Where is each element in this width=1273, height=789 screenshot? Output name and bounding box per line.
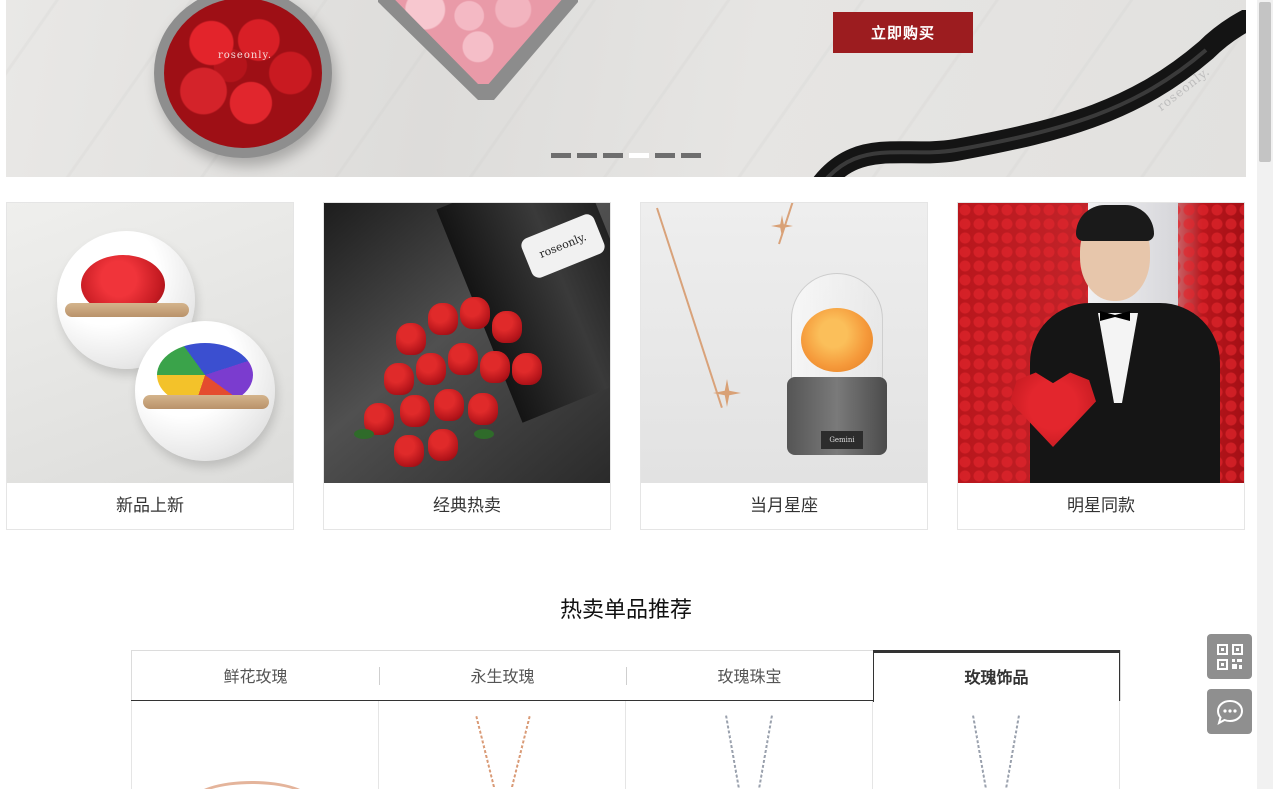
rose bbox=[480, 351, 510, 383]
tab-preserved-roses[interactable]: 永生玫瑰 bbox=[379, 651, 627, 701]
carousel-dot-active[interactable] bbox=[629, 153, 649, 158]
rose bbox=[448, 343, 478, 375]
round-box-brand: roseonly. bbox=[218, 50, 273, 61]
star-charm bbox=[771, 215, 793, 237]
page-scrollbar[interactable] bbox=[1257, 0, 1273, 789]
tab-label: 玫瑰饰品 bbox=[964, 668, 1029, 687]
product-card[interactable] bbox=[873, 701, 1120, 789]
product-grid bbox=[131, 701, 1121, 789]
hair bbox=[1076, 205, 1154, 241]
gold-band bbox=[143, 395, 269, 409]
category-card-celebrity[interactable]: 明星同款 bbox=[957, 202, 1245, 530]
carousel-dot[interactable] bbox=[577, 153, 597, 158]
rose bbox=[492, 311, 522, 343]
rose bbox=[384, 363, 414, 395]
category-label: 经典热卖 bbox=[433, 496, 501, 516]
rose bbox=[460, 297, 490, 329]
qr-code-icon bbox=[1216, 643, 1243, 670]
necklace-chain bbox=[1004, 715, 1020, 789]
new-arrivals-image bbox=[7, 203, 293, 483]
hero-banner[interactable]: roseonly. roseonly. 立即购买 bbox=[6, 0, 1246, 177]
carousel-dot[interactable] bbox=[551, 153, 571, 158]
necklace-chain bbox=[778, 203, 827, 245]
category-label: 新品上新 bbox=[116, 496, 184, 516]
celebrity-picks-image bbox=[958, 203, 1244, 483]
rose bbox=[468, 393, 498, 425]
tab-fresh-roses[interactable]: 鲜花玫瑰 bbox=[132, 651, 380, 701]
heart-rose-box bbox=[378, 0, 578, 100]
rose bbox=[416, 353, 446, 385]
gold-band bbox=[65, 303, 189, 317]
orange-rose bbox=[801, 308, 873, 372]
carousel-dot[interactable] bbox=[655, 153, 675, 158]
star-pendant bbox=[713, 379, 741, 407]
carousel-dot[interactable] bbox=[603, 153, 623, 158]
rose bbox=[428, 429, 458, 461]
rose bbox=[512, 353, 542, 385]
zodiac-plate: Gemini bbox=[821, 431, 863, 449]
chat-button[interactable] bbox=[1207, 689, 1252, 734]
classic-bestsellers-image: roseonly. bbox=[324, 203, 610, 483]
necklace-chain bbox=[656, 207, 723, 409]
page: roseonly. roseonly. 立即购买 新品上新 roseonly. … bbox=[0, 0, 1273, 789]
rose bbox=[396, 323, 426, 355]
product-card[interactable] bbox=[626, 701, 873, 789]
rose bbox=[400, 395, 430, 427]
product-card[interactable] bbox=[132, 701, 379, 789]
tab-rose-jewelry[interactable]: 玫瑰珠宝 bbox=[626, 651, 873, 701]
monthly-zodiac-image: Gemini bbox=[641, 203, 927, 483]
category-card-classic[interactable]: roseonly. 经典热卖 bbox=[323, 202, 611, 530]
category-label: 当月星座 bbox=[750, 496, 818, 516]
ring-image bbox=[192, 781, 312, 789]
rose bbox=[394, 435, 424, 467]
necklace-chain bbox=[972, 715, 988, 789]
chat-bubble-icon bbox=[1216, 699, 1243, 725]
leaf bbox=[354, 429, 374, 439]
necklace-chain bbox=[509, 715, 531, 789]
red-roses bbox=[164, 0, 322, 148]
category-card-new[interactable]: 新品上新 bbox=[6, 202, 294, 530]
tab-rose-accessories[interactable]: 玫瑰饰品 bbox=[873, 650, 1120, 702]
tab-label: 永生玫瑰 bbox=[470, 667, 535, 686]
category-card-zodiac[interactable]: Gemini 当月星座 bbox=[640, 202, 928, 530]
necklace-chain bbox=[725, 715, 741, 789]
category-cards: 新品上新 roseonly. 经典热卖 Gemini 当月星座 明星同款 bbox=[6, 202, 1246, 530]
scrollbar-thumb[interactable] bbox=[1259, 2, 1271, 162]
section-title: 热卖单品推荐 bbox=[559, 598, 692, 623]
tab-label: 鲜花玫瑰 bbox=[223, 667, 288, 686]
qr-code-button[interactable] bbox=[1207, 634, 1252, 679]
rose bbox=[428, 303, 458, 335]
buy-now-button[interactable]: 立即购买 bbox=[833, 12, 973, 53]
product-card[interactable] bbox=[379, 701, 626, 789]
carousel-dot[interactable] bbox=[681, 153, 701, 158]
necklace-chain bbox=[757, 715, 773, 789]
rose bbox=[434, 389, 464, 421]
category-label: 明星同款 bbox=[1067, 496, 1135, 516]
product-tabs: 鲜花玫瑰 永生玫瑰 玫瑰珠宝 玫瑰饰品 bbox=[131, 650, 1121, 702]
carousel-indicators bbox=[551, 153, 701, 158]
tab-label: 玫瑰珠宝 bbox=[717, 667, 782, 686]
necklace-chain bbox=[475, 715, 497, 789]
leaf bbox=[474, 429, 494, 439]
